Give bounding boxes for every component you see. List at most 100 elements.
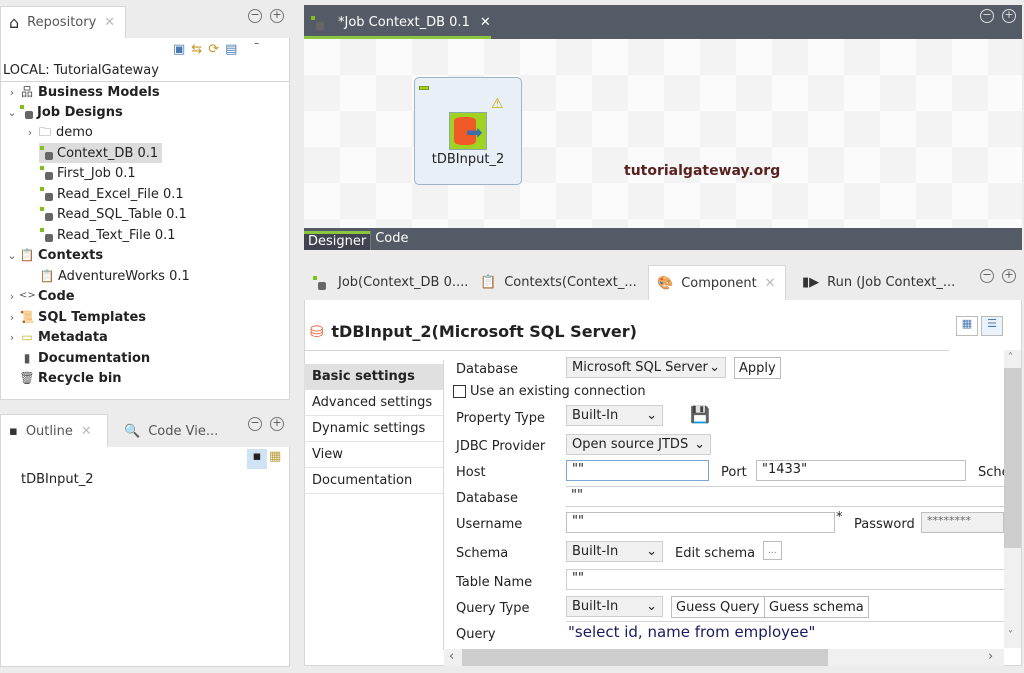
scroll-up-icon[interactable]: ˄ [1008,352,1013,363]
scrollbar-thumb[interactable] [462,649,828,666]
link-icon[interactable]: ⇆ [191,42,202,57]
minimize-icon[interactable]: − [980,269,994,283]
host-input[interactable]: "" [566,460,709,481]
minimize-icon[interactable]: − [248,417,262,431]
maximize-icon[interactable]: + [270,417,284,431]
refresh-icon[interactable]: ⟳ [208,42,219,57]
chevron-right-icon[interactable]: › [5,86,19,99]
filter-icon[interactable]: ▤ [225,42,237,57]
tree-contexts[interactable]: ⌄ 📋 Contexts [5,245,103,265]
port-input[interactable]: "1433" [756,460,966,481]
tab-job[interactable]: Job(Context_DB 0.... [304,265,476,300]
close-icon[interactable]: ✕ [81,424,92,439]
nav-view[interactable]: View [304,442,443,468]
tree-job-designs[interactable]: ⌄ Job Designs [5,102,122,122]
chevron-right-icon[interactable]: › [5,290,19,303]
tree-recycle-bin[interactable]: 🗑 Recycle bin [19,368,121,388]
context-icon: 📋 [19,248,35,262]
context-icon: 📋 [480,275,497,290]
edit-schema-button[interactable]: ... [763,541,782,560]
metadata-icon: ▭ [21,330,33,344]
design-canvas[interactable]: ⚠ ➡ tDBInput_2 tutorialgateway.org [304,39,1022,228]
tab-designer[interactable]: Designer [304,231,371,250]
table-name-input[interactable]: "" [566,569,1004,590]
guess-schema-button[interactable]: Guess schema [764,596,869,618]
tab-run[interactable]: ▮▶ Run (Job Context_... [794,265,963,300]
apply-button[interactable]: Apply [734,357,781,379]
tab-outline[interactable]: ▪ Outline ✕ [0,414,108,448]
use-existing-checkbox[interactable] [453,385,466,398]
repository-root: LOCAL: TutorialGateway [3,63,159,78]
tree-first-job[interactable]: First_Job 0.1 [39,163,136,183]
tab-job-context-db[interactable]: *Job Context_DB 0.1 ✕ [304,9,491,39]
component-tdbinput-2[interactable]: ⚠ ➡ tDBInput_2 [414,77,522,185]
scrollbar-thumb[interactable] [1004,368,1021,548]
scroll-down-icon[interactable]: ˅ [1008,630,1013,641]
vertical-scrollbar[interactable]: ˄ ˅ [1004,350,1021,648]
close-icon[interactable]: ✕ [765,276,776,291]
chevron-right-icon[interactable]: › [23,126,37,139]
scroll-right-icon[interactable]: › [988,649,993,664]
chevron-down-icon[interactable]: ⌄ [5,249,19,262]
db-name-input[interactable]: "" [566,486,1004,507]
book-icon: ▮ [23,351,31,365]
layout-grid-icon[interactable]: ▦ [956,316,978,336]
maximize-icon[interactable]: + [1002,9,1016,23]
maximize-icon[interactable]: + [270,9,284,23]
nav-dynamic-settings[interactable]: Dynamic settings [304,416,443,442]
tree-business-models[interactable]: › 品 Business Models [5,82,160,102]
nav-advanced-settings[interactable]: Advanced settings [304,390,443,416]
chevron-down-icon[interactable]: ⌄ [5,106,19,119]
horizontal-scrollbar[interactable]: ‹ › [444,649,1004,666]
port-label: Port [721,465,747,480]
tree-adventureworks[interactable]: 📋 AdventureWorks 0.1 [39,266,190,286]
close-icon[interactable]: ✕ [480,15,491,30]
status-indicator [419,86,429,90]
minimize-icon[interactable]: − [248,9,262,23]
nav-documentation[interactable]: Documentation [304,468,443,494]
trash-icon: 🗑 [19,371,35,385]
schema-select[interactable]: Built-In ⌄ [566,541,663,562]
jdbc-provider-select[interactable]: Open source JTDS ⌄ [566,434,711,455]
tab-code-viewer[interactable]: 🔍 Code Vie... [116,414,226,448]
tree-read-text[interactable]: Read_Text_File 0.1 [39,225,176,245]
guess-query-button[interactable]: Guess Query [671,596,765,618]
tree-read-sql[interactable]: Read_SQL_Table 0.1 [39,204,187,224]
job-icon [39,187,53,201]
collapse-all-icon[interactable]: ▣ [173,42,185,57]
query-editor[interactable]: "select id, name from employee" [568,623,815,641]
maximize-icon[interactable]: + [1002,269,1016,283]
outline-item[interactable]: tDBInput_2 [21,472,93,487]
minimize-icon[interactable]: − [980,9,994,23]
tab-repository[interactable]: ⌂ Repository ✕ [0,6,126,38]
save-icon[interactable]: 💾 [690,405,710,424]
username-input[interactable]: "" [566,512,835,533]
tree-context-db[interactable]: Context_DB 0.1 [39,143,163,163]
outline-icon: ▪ [9,424,18,439]
layout-list-icon[interactable]: ☰ [981,316,1003,336]
edit-schema-label: Edit schema [675,546,756,561]
scroll-left-icon[interactable]: ‹ [449,649,454,664]
chevron-right-icon[interactable]: › [5,311,19,324]
tree-documentation[interactable]: ▮ Documentation [19,348,150,368]
job-editor: *Job Context_DB 0.1 ✕ − + ⚠ ➡ tDBInput_2… [304,5,1022,250]
password-input[interactable]: ******** [921,512,1004,533]
tree-demo[interactable]: › 🗀 demo [23,122,93,142]
database-select[interactable]: Microsoft SQL Server ⌄ [566,357,726,378]
query-type-select[interactable]: Built-In ⌄ [566,596,663,617]
job-icon [310,15,324,30]
property-type-select[interactable]: Built-In ⌄ [566,405,663,426]
tree-code[interactable]: › <> Code [5,286,75,306]
table-view-icon[interactable]: ▦ [269,449,281,464]
view-menu-icon[interactable]: ¯ [253,42,260,57]
tree-metadata[interactable]: › ▭ Metadata [5,327,108,347]
tab-code[interactable]: Code [370,231,412,250]
tree-sql-templates[interactable]: › 📜 SQL Templates [5,307,146,327]
close-icon[interactable]: ✕ [104,15,115,30]
tree-view-icon[interactable]: ▪ [247,449,267,469]
tab-component[interactable]: 🎨 Component ✕ [648,265,786,300]
tab-contexts[interactable]: 📋 Contexts(Context_... [472,265,645,300]
tree-read-excel[interactable]: Read_Excel_File 0.1 [39,184,184,204]
nav-basic-settings[interactable]: Basic settings [304,364,443,390]
chevron-right-icon[interactable]: › [5,331,19,344]
